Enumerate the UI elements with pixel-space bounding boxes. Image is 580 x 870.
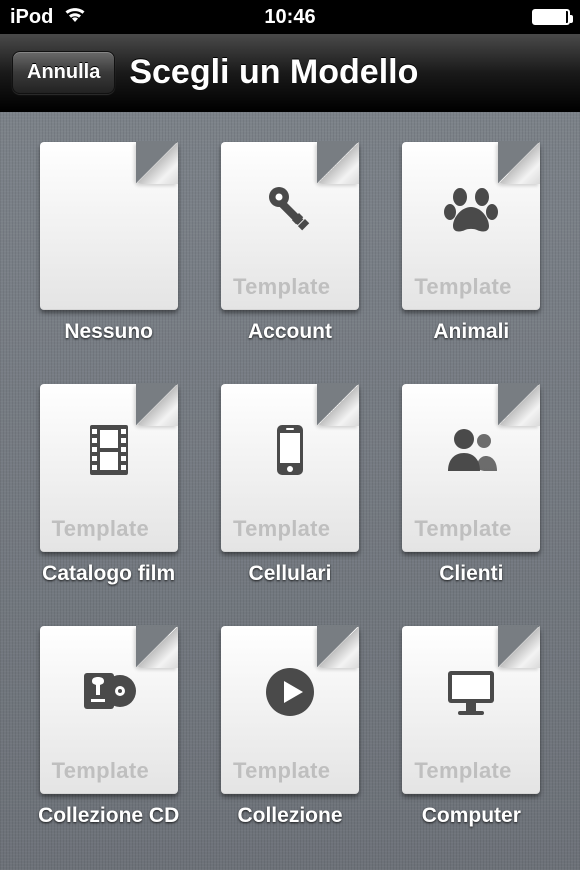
cd-icon [40, 626, 178, 758]
template-thumbnail: Template [221, 626, 359, 794]
template-badge: Template [40, 758, 178, 794]
phone-icon [221, 384, 359, 516]
computer-icon [402, 626, 540, 758]
template-item[interactable]: Template Animali [395, 142, 548, 344]
content-area: Template Nessuno Template Account Template An… [0, 112, 580, 870]
none-icon [40, 142, 178, 274]
template-label: Clienti [439, 562, 503, 586]
template-item[interactable]: Template Collezione CD [32, 626, 185, 828]
template-thumbnail: Template [40, 626, 178, 794]
template-label: Cellulari [249, 562, 332, 586]
template-badge: Template [221, 516, 359, 552]
template-label: Nessuno [64, 320, 153, 344]
template-badge: Template [402, 516, 540, 552]
template-label: Animali [433, 320, 509, 344]
template-badge: Template [221, 274, 359, 310]
template-badge: Template [40, 516, 178, 552]
page-title: Scegli un Modello [129, 53, 418, 92]
template-badge: Template [402, 274, 540, 310]
key-icon [221, 142, 359, 274]
cancel-button[interactable]: Annulla [12, 51, 115, 94]
film-icon [40, 384, 178, 516]
template-thumbnail: Template [402, 626, 540, 794]
template-label: Account [248, 320, 332, 344]
template-label: Collezione CD [38, 804, 179, 828]
people-icon [402, 384, 540, 516]
template-item[interactable]: Template Catalogo film [32, 384, 185, 586]
template-thumbnail: Template [402, 142, 540, 310]
template-item[interactable]: Template Collezione [213, 626, 366, 828]
play-icon [221, 626, 359, 758]
status-time: 10:46 [264, 6, 315, 29]
battery-icon [532, 9, 570, 25]
template-thumbnail: Template [402, 384, 540, 552]
status-carrier: iPod [10, 6, 53, 29]
template-label: Collezione [237, 804, 342, 828]
template-label: Computer [422, 804, 521, 828]
template-item[interactable]: Template Clienti [395, 384, 548, 586]
template-item[interactable]: Template Account [213, 142, 366, 344]
template-thumbnail: Template [221, 142, 359, 310]
template-item[interactable]: Template Cellulari [213, 384, 366, 586]
template-thumbnail: Template [40, 384, 178, 552]
template-item[interactable]: Template Nessuno [32, 142, 185, 344]
wifi-icon [63, 5, 87, 29]
template-badge: Template [221, 758, 359, 794]
template-thumbnail: Template [221, 384, 359, 552]
nav-bar: Annulla Scegli un Modello [0, 34, 580, 112]
template-item[interactable]: Template Computer [395, 626, 548, 828]
template-label: Catalogo film [42, 562, 175, 586]
template-badge: Template [402, 758, 540, 794]
template-thumbnail: Template [40, 142, 178, 310]
status-bar: iPod 10:46 [0, 0, 580, 34]
template-grid: Template Nessuno Template Account Template An… [0, 112, 580, 828]
paw-icon [402, 142, 540, 274]
